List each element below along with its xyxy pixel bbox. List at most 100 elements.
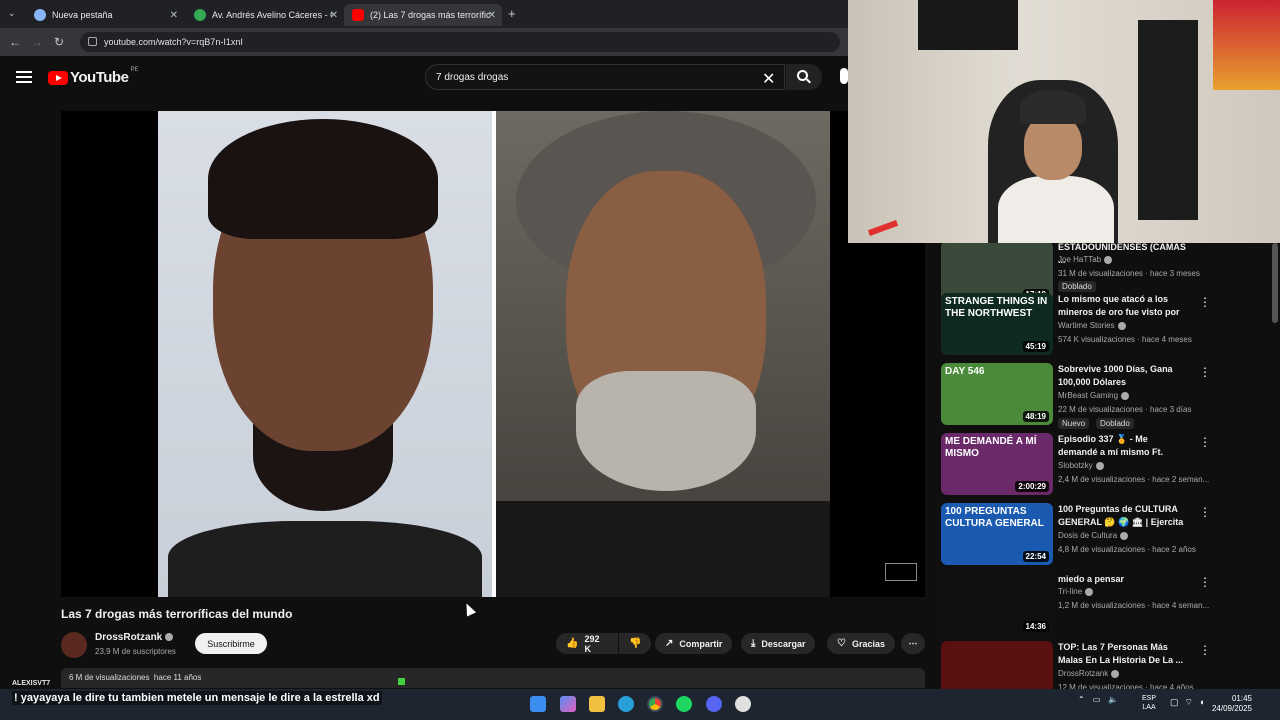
recommendation-badge: Doblado [1058, 281, 1096, 292]
channel-watermark[interactable] [885, 563, 917, 581]
recommendation-meta: 22 M de visualizaciones · hace 3 días [1058, 405, 1192, 414]
verified-icon [1121, 391, 1130, 400]
recommendation-title[interactable]: TOP: Las 7 Personas Más Malas En La Hist… [1058, 641, 1188, 667]
like-button[interactable]: 👍 292 K [556, 633, 618, 654]
video-thumbnail[interactable] [941, 641, 1053, 689]
windows-start-icon[interactable] [530, 696, 546, 712]
input-language[interactable]: ESP LAA [1142, 694, 1156, 712]
recommendation-channel[interactable]: Dosis de Cultura [1058, 531, 1129, 540]
video-thumbnail[interactable]: ME DEMANDÉ A MÍ MISMO 2:00:29 [941, 433, 1053, 495]
recommendation-title[interactable]: Lo mismo que atacó a los mineros de oro … [1058, 293, 1188, 319]
tab-new-tab[interactable]: Nueva pestaña ✕ [26, 4, 184, 26]
download-button[interactable]: ⤓ Descargar [741, 633, 816, 654]
recommendation-item[interactable]: ME DEMANDÉ A MÍ MISMO 2:00:29 Episodio 337… [941, 433, 1271, 495]
speaker-icon[interactable]: 🔈 [1108, 695, 1118, 704]
recommendation-item[interactable]: 100 PREGUNTAS CULTURA GENERAL 22:54 100 Pr… [941, 503, 1271, 565]
more-options-icon[interactable]: ⋮ [1199, 505, 1211, 519]
scrollbar[interactable] [1272, 243, 1278, 323]
thumbnail-text: STRANGE THINGS IN THE NORTHWEST [945, 296, 1048, 319]
verified-icon [1104, 255, 1113, 264]
file-explorer-icon[interactable] [589, 696, 605, 712]
site-info-icon[interactable] [88, 37, 97, 46]
close-icon[interactable]: ✕ [488, 10, 496, 21]
video-thumbnail[interactable]: STRANGE THINGS IN THE NORTHWEST 45:19 [941, 293, 1053, 355]
more-options-icon[interactable]: ⋮ [1199, 295, 1211, 309]
verified-icon [1085, 587, 1094, 596]
thumbs-up-icon: 👍 [566, 638, 579, 649]
recommendation-channel[interactable]: Wartime Stories [1058, 321, 1126, 330]
url-text: youtube.com/watch?v=rqB7n-I1xnI [104, 37, 243, 47]
recommendation-channel[interactable]: Joe HaTTab [1058, 255, 1113, 264]
subscriber-count: 23,9 M de suscriptores [95, 647, 176, 656]
clear-search-icon[interactable]: ✕ [762, 69, 775, 89]
channel-name[interactable]: DrossRotzank [95, 632, 174, 643]
recommendation-meta: 574 K visualizaciones · hace 4 meses [1058, 335, 1192, 344]
recommendation-title[interactable]: Sobrevive 1000 Días, Gana 100,000 Dólare… [1058, 363, 1188, 389]
mouse-cursor [461, 601, 477, 617]
tab-youtube[interactable]: (2) Las 7 drogas más terrorífica ✕ [344, 4, 502, 26]
recommendation-item[interactable]: 14:36 miedo a pensar Tri-line 1,2 M de visu… [941, 573, 1271, 635]
video-player[interactable] [61, 111, 925, 597]
spotify-icon[interactable] [676, 696, 692, 712]
thanks-button[interactable]: ♡ Gracias [827, 633, 895, 654]
share-label: Compartir [679, 638, 723, 649]
chat-username: ALEXISVT7 [12, 680, 51, 687]
microphone-icon[interactable] [840, 68, 848, 84]
close-icon[interactable]: ✕ [330, 10, 338, 21]
search-input[interactable]: 7 drogas drogas [425, 64, 785, 90]
more-options-icon[interactable]: ⋮ [1199, 575, 1211, 589]
share-button[interactable]: ↗ Compartir [655, 633, 733, 654]
forward-icon[interactable]: → [26, 35, 48, 49]
new-tab-button[interactable]: + [508, 6, 516, 21]
channel-name-text: Wartime Stories [1058, 321, 1115, 330]
recommendation-item[interactable]: STRANGE THINGS IN THE NORTHWEST 45:19 Lo m… [941, 293, 1271, 355]
video-thumbnail[interactable]: 100 PREGUNTAS CULTURA GENERAL 22:54 [941, 503, 1053, 565]
recommendation-title[interactable]: miedo a pensar [1058, 573, 1188, 586]
video-frame-right-portrait [496, 111, 830, 597]
recommendation-title[interactable]: 100 Preguntas de CULTURA GENERAL 🤔 🌍 🏛 |… [1058, 503, 1188, 529]
recommendation-item[interactable]: TOP: Las 7 Personas Más Malas En La Hist… [941, 641, 1271, 689]
show-hidden-icons-icon[interactable]: ⌃ [1078, 695, 1085, 704]
back-icon[interactable]: ← [4, 35, 26, 49]
close-icon[interactable]: ✕ [170, 10, 178, 21]
recommendation-channel[interactable]: Tri-line [1058, 587, 1094, 596]
chrome-taskbar-icon[interactable] [647, 696, 663, 712]
video-thumbnail[interactable]: 14:36 [941, 573, 1053, 635]
network-icon[interactable]: ▭ [1093, 695, 1101, 704]
subscribe-button[interactable]: Suscribirme [195, 633, 267, 654]
search-button[interactable] [786, 64, 822, 90]
youtube-header: YouTube PE 7 drogas drogas ✕ [0, 56, 848, 100]
more-options-icon[interactable]: ⋮ [1199, 365, 1211, 379]
tab-list-button[interactable]: ⌄ [8, 8, 16, 19]
recommendation-channel[interactable]: MrBeast Gaming [1058, 391, 1130, 400]
language-code: ESP [1142, 695, 1157, 702]
recommendation-title[interactable]: Episodio 337 🏅 - Me demandé a mí mismo F… [1058, 433, 1188, 459]
menu-icon[interactable] [16, 71, 32, 83]
recommendation-meta: 31 M de visualizaciones · hace 3 meses [1058, 269, 1200, 278]
verified-icon [1111, 669, 1120, 678]
taskbar-clock[interactable]: 01:45 24/09/2025 [1208, 694, 1252, 714]
youtube-logo[interactable]: YouTube PE [48, 67, 138, 86]
more-actions-button[interactable]: ⋯ [901, 633, 925, 654]
dislike-button[interactable]: 👎 [619, 633, 651, 654]
youtube-play-icon [48, 70, 68, 85]
video-thumbnail[interactable]: DAY 546 48:19 [941, 363, 1053, 425]
edge-icon[interactable] [618, 696, 634, 712]
video-description-box[interactable]: 6 M de visualizaciones hace 11 años [61, 668, 925, 688]
recommendation-channel[interactable]: DrossRotzank [1058, 669, 1120, 678]
channel-avatar[interactable] [61, 632, 87, 658]
recommendation-channel[interactable]: Slobotzky [1058, 461, 1104, 470]
discord-icon[interactable] [706, 696, 722, 712]
tab-maps[interactable]: Av. Andrés Avelino Cáceres - G ✕ [186, 4, 344, 26]
youtube-icon [352, 9, 364, 21]
quick-settings[interactable]: ▢ ⌔ ◖ [1170, 697, 1204, 708]
address-bar[interactable]: youtube.com/watch?v=rqB7n-I1xnI [80, 32, 840, 52]
copilot-icon[interactable] [560, 696, 576, 712]
more-options-icon[interactable]: ⋮ [1199, 643, 1211, 657]
channel-name-text: DrossRotzank [95, 632, 163, 643]
obs-icon[interactable] [735, 696, 751, 712]
reload-icon[interactable]: ↻ [48, 35, 70, 49]
chat-message: ! yayayaya le dire tu tambien metele un … [12, 691, 382, 705]
more-options-icon[interactable]: ⋮ [1199, 435, 1211, 449]
recommendation-item[interactable]: DAY 546 48:19 Sobrevive 1000 Días, Gana 10… [941, 363, 1271, 429]
